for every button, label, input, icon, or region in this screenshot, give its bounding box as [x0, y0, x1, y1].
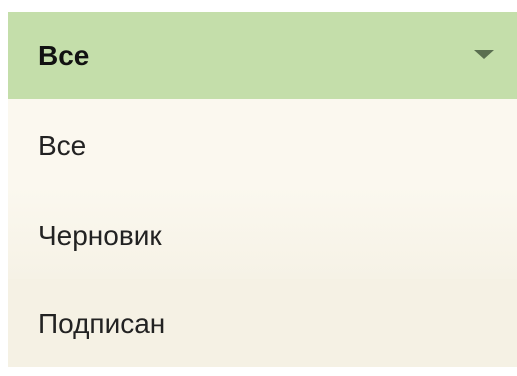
option-draft[interactable]: Черновик [8, 187, 517, 279]
selected-value: Все [38, 40, 90, 71]
option-label: Черновик [38, 220, 162, 251]
status-dropdown[interactable]: Все Все Черновик Подписан [8, 12, 517, 367]
option-signed[interactable]: Подписан [8, 279, 517, 367]
status-select[interactable]: Все [8, 12, 517, 99]
option-label: Все [38, 130, 87, 161]
option-label: Подписан [38, 308, 166, 339]
caret-down-icon[interactable] [474, 50, 494, 59]
option-all[interactable]: Все [8, 99, 517, 187]
options-list: Все Черновик Подписан [8, 99, 517, 367]
